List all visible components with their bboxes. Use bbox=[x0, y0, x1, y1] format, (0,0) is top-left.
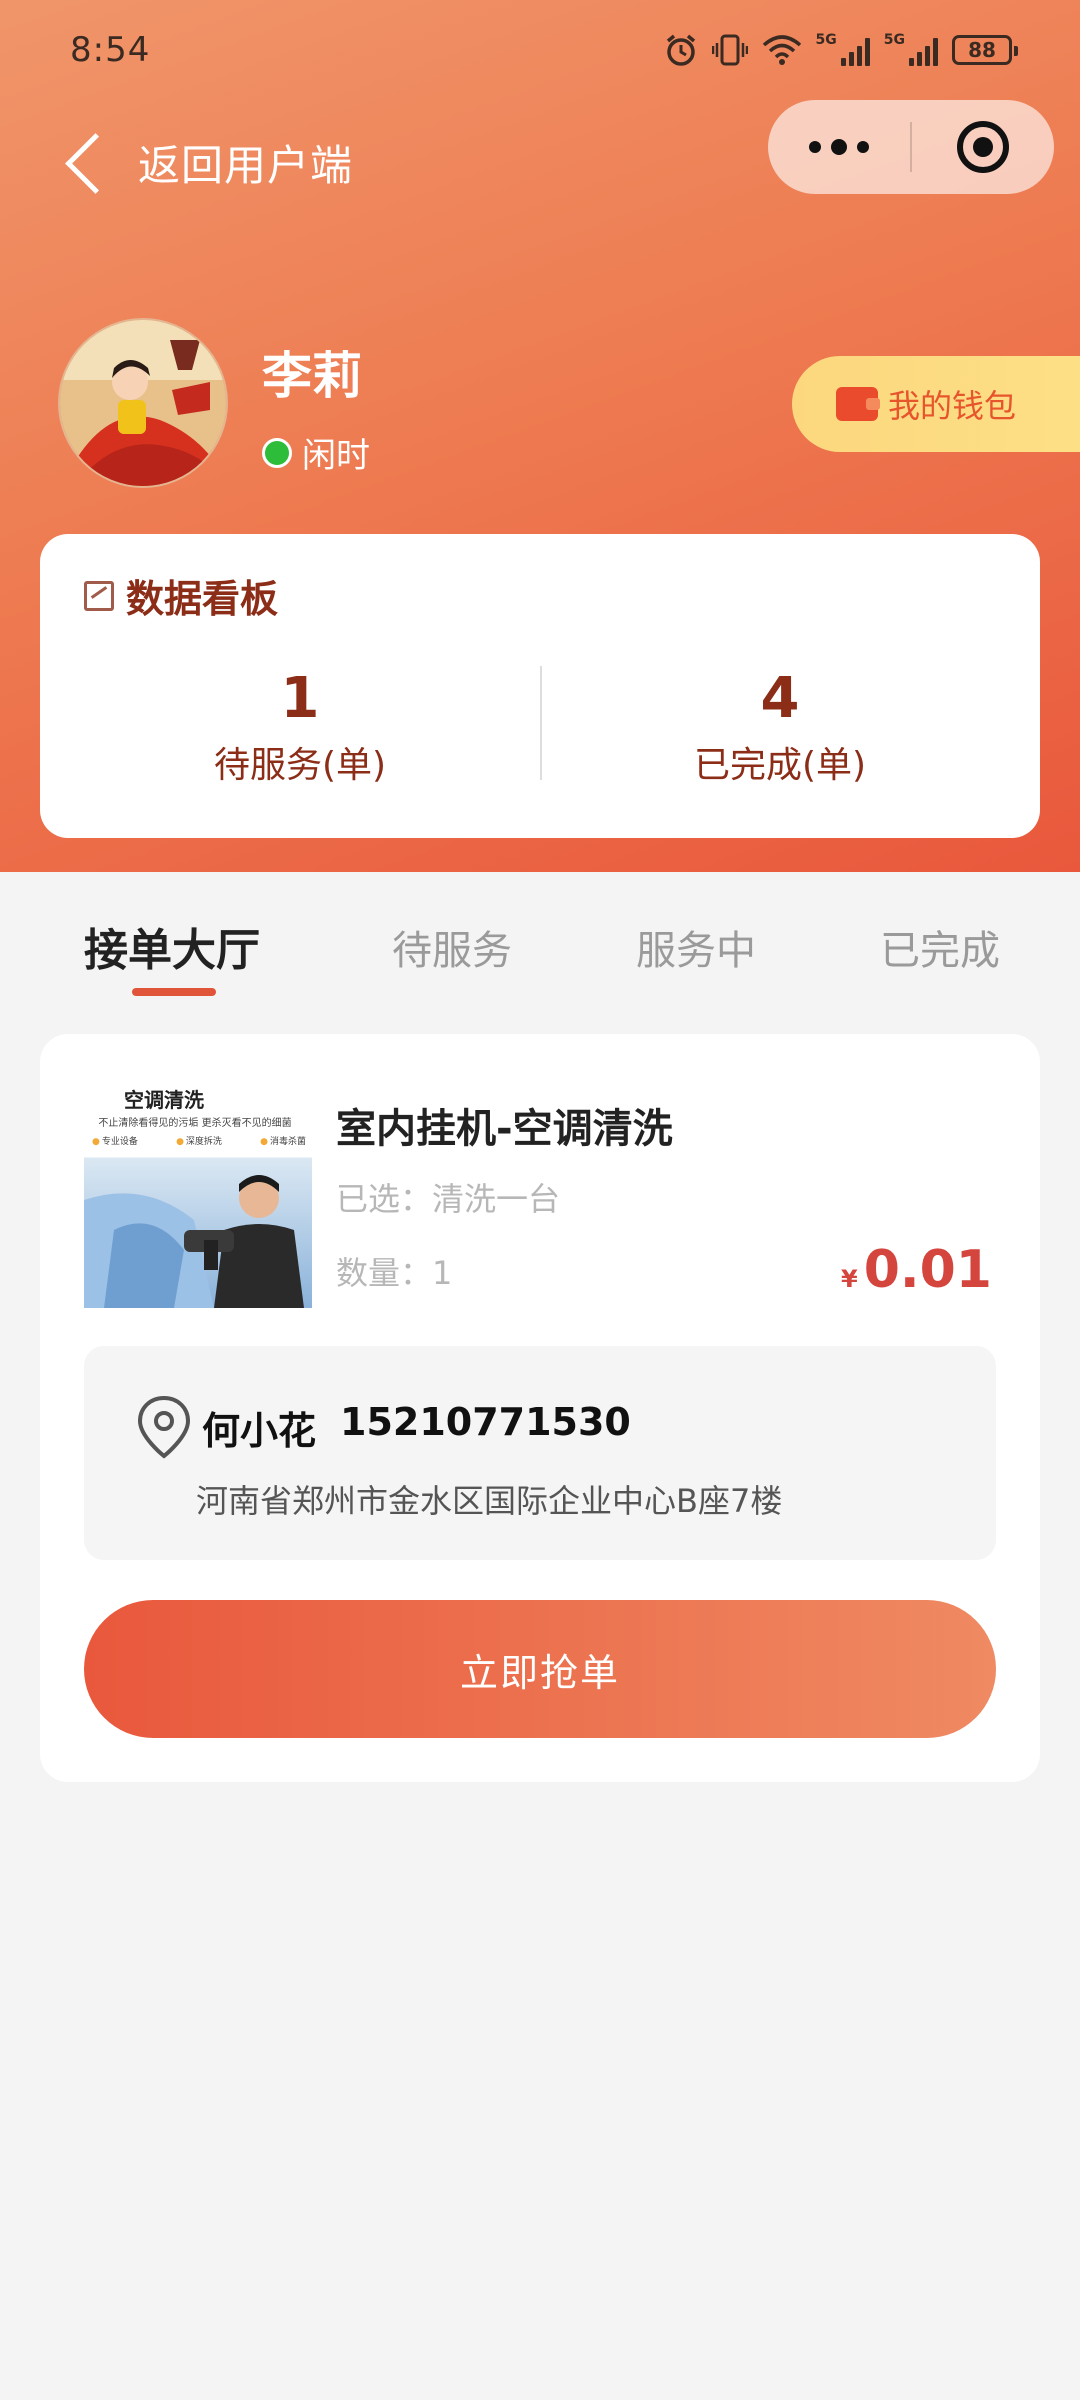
contact-address: 河南省郑州市金水区国际企业中心B座7楼 bbox=[196, 1482, 783, 1520]
service-title: 室内挂机-空调清洗 bbox=[336, 1106, 673, 1152]
close-mini-program-button[interactable] bbox=[912, 100, 1054, 194]
service-spec: 已选：清洗一台 bbox=[336, 1180, 561, 1218]
wallet-icon bbox=[836, 387, 880, 421]
price-value: 0.01 bbox=[863, 1240, 992, 1300]
status-dot-icon bbox=[262, 437, 292, 468]
status-icons: 5G 5G 88 bbox=[664, 30, 1018, 70]
network-type-1: 5G bbox=[815, 32, 837, 48]
mini-program-capsule bbox=[768, 100, 1054, 194]
technician-illustration bbox=[84, 1175, 304, 1308]
my-wallet-button[interactable]: 我的钱包 bbox=[792, 356, 1080, 452]
work-status[interactable]: 闲时 bbox=[262, 428, 370, 477]
avatar-image bbox=[60, 320, 226, 486]
completed-count: 4 bbox=[760, 666, 800, 731]
completed-label: 已完成(单) bbox=[693, 745, 867, 786]
address-box: 何小花 15210771530 河南省郑州市金水区国际企业中心B座7楼 bbox=[84, 1346, 996, 1560]
contact-name: 何小花 bbox=[202, 1409, 317, 1453]
wallet-label: 我的钱包 bbox=[888, 387, 1017, 425]
order-price: ¥0.01 bbox=[841, 1240, 992, 1300]
battery-icon: 88 bbox=[952, 35, 1018, 65]
active-tab-indicator bbox=[132, 988, 216, 996]
chart-icon bbox=[84, 580, 114, 611]
pending-stat[interactable]: 1 待服务(单) bbox=[60, 664, 540, 788]
tab-completed[interactable]: 已完成 bbox=[880, 918, 1000, 976]
price-symbol: ¥ bbox=[840, 1265, 858, 1293]
work-status-label: 闲时 bbox=[302, 436, 370, 476]
status-bar: 8:54 5G 5G 88 bbox=[0, 0, 1080, 100]
wifi-icon bbox=[762, 35, 801, 65]
more-button[interactable] bbox=[768, 100, 910, 194]
pending-count: 1 bbox=[280, 666, 320, 731]
service-image: 空调清洗 不止清除看得见的污垢 更杀灭看不见的细菌 专业设备 深度拆洗 消毒杀菌 bbox=[84, 1080, 312, 1308]
more-dots-icon bbox=[809, 141, 821, 153]
target-close-icon bbox=[957, 121, 1009, 173]
tab-pending[interactable]: 待服务 bbox=[392, 918, 512, 976]
avatar[interactable] bbox=[58, 318, 228, 488]
contact-phone[interactable]: 15210771530 bbox=[340, 1400, 631, 1455]
dashboard-title-label: 数据看板 bbox=[126, 577, 279, 621]
contact-info: 何小花 15210771530 bbox=[202, 1400, 631, 1455]
tab-in-service[interactable]: 服务中 bbox=[636, 918, 756, 976]
tab-order-hall[interactable]: 接单大厅 bbox=[84, 914, 260, 978]
vibrate-icon bbox=[711, 34, 748, 66]
data-dashboard-card: 数据看板 1 待服务(单) 4 已完成(单) bbox=[40, 534, 1040, 838]
status-time: 8:54 bbox=[70, 30, 151, 70]
order-card[interactable]: 空调清洗 不止清除看得见的污垢 更杀灭看不见的细菌 专业设备 深度拆洗 消毒杀菌… bbox=[40, 1034, 1040, 1782]
grab-order-button[interactable]: 立即抢单 bbox=[84, 1600, 996, 1738]
alarm-icon bbox=[666, 34, 695, 66]
order-tabs: 接单大厅 待服务 服务中 已完成 bbox=[0, 912, 1080, 1012]
chevron-left-icon bbox=[58, 120, 108, 204]
signal-icon-1 bbox=[840, 34, 870, 66]
service-quantity: 数量：1 bbox=[336, 1254, 453, 1292]
location-pin-icon bbox=[137, 1395, 191, 1459]
completed-stat[interactable]: 4 已完成(单) bbox=[540, 664, 1020, 788]
dashboard-title: 数据看板 bbox=[84, 568, 278, 623]
back-label: 返回用户端 bbox=[138, 140, 354, 190]
signal-icon-2 bbox=[909, 34, 938, 66]
back-to-user-button[interactable]: 返回用户端 bbox=[58, 120, 353, 204]
network-type-2: 5G bbox=[883, 32, 905, 48]
user-name: 李莉 bbox=[262, 347, 362, 405]
pending-label: 待服务(单) bbox=[213, 745, 387, 786]
